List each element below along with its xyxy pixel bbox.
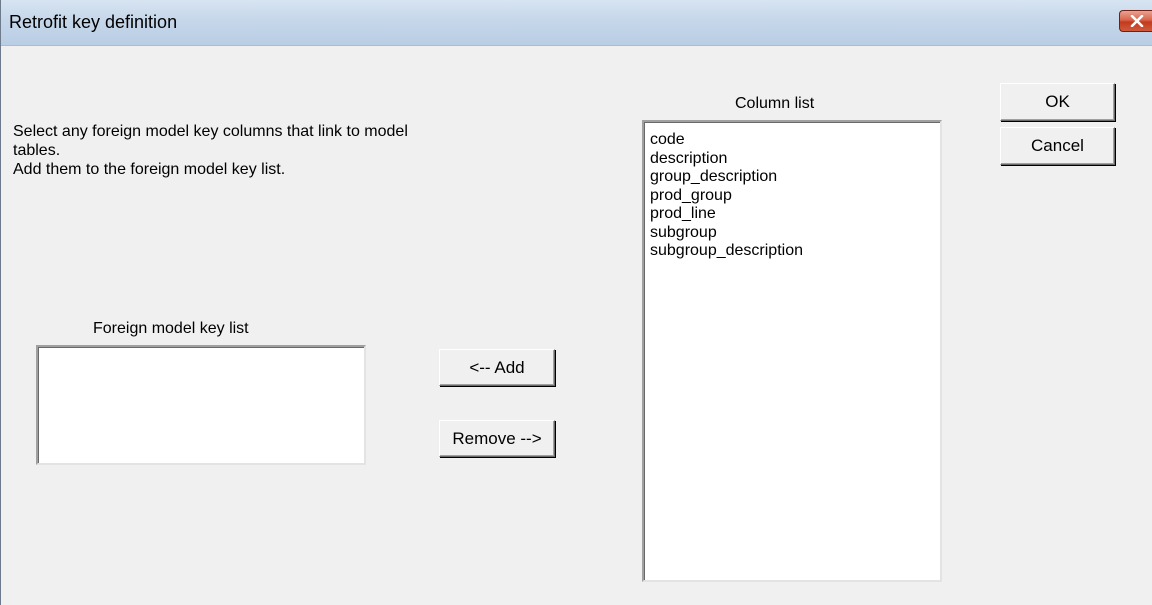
instructions-text: Select any foreign model key columns tha… [13,122,573,179]
ok-button[interactable]: OK [1000,83,1115,121]
foreign-model-key-listbox[interactable] [36,345,366,465]
column-list-item[interactable]: prod_group [644,187,940,206]
column-list-item[interactable]: prod_line [644,205,940,224]
close-button[interactable] [1119,10,1152,32]
column-list-item[interactable]: subgroup_description [644,242,940,261]
instructions-line-2: tables. [13,142,61,159]
close-x-icon [1130,15,1144,27]
instructions-line-3: Add them to the foreign model key list. [13,161,286,178]
window-title: Retrofit key definition [9,12,178,32]
cancel-button[interactable]: Cancel [1000,127,1115,165]
column-list-item[interactable]: subgroup [644,224,940,243]
instructions-line-1: Select any foreign model key columns tha… [13,123,408,140]
column-listbox[interactable]: code description group_description prod_gro… [642,120,942,582]
column-list-item[interactable]: group_description [644,168,940,187]
column-list-item[interactable]: description [644,150,940,169]
add-button[interactable]: <-- Add [439,349,555,386]
foreign-model-key-list-label: Foreign model key list [93,320,249,337]
column-list-item[interactable]: code [644,131,940,150]
remove-button[interactable]: Remove --> [439,420,555,457]
title-bar[interactable]: Retrofit key definition [1,0,1152,46]
dialog-window: Retrofit key definition Select any forei… [0,0,1152,605]
column-list-label: Column list [735,95,815,112]
